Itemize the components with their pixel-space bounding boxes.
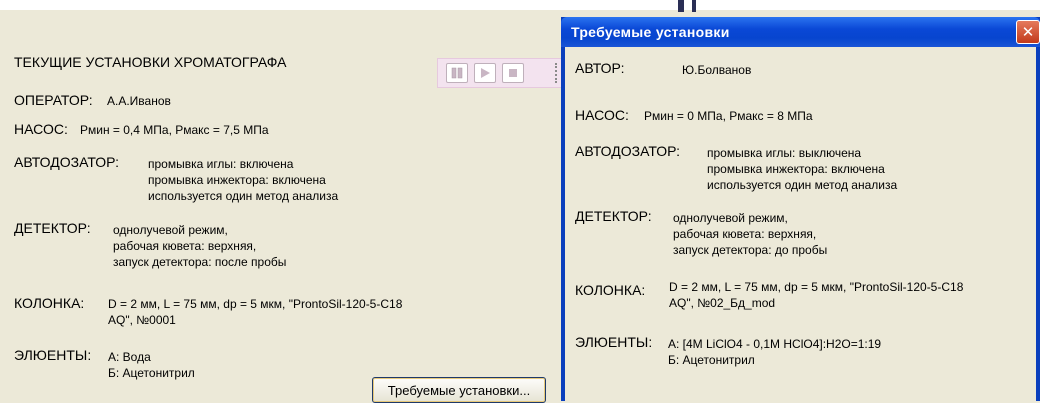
pump-label: НАСОС: xyxy=(14,121,68,137)
autosampler-line-1: промывка иглы: включена xyxy=(148,157,294,171)
required-settings-button[interactable]: Требуемые установки... xyxy=(372,377,546,403)
dialog-autosampler-label: АВТОДОЗАТОР: xyxy=(575,143,681,159)
dialog-pump-value: Pмин = 0 МПа, Pмакс = 8 МПа xyxy=(644,109,813,123)
dialog-column-label: КОЛОНКА: xyxy=(575,282,646,298)
pause-button[interactable] xyxy=(446,63,468,83)
dialog-body: АВТОР: Ю.Болванов НАСОС: Pмин = 0 МПа, P… xyxy=(565,47,1036,401)
detector-label: ДЕТЕКТОР: xyxy=(14,220,91,236)
top-edge-mark-2 xyxy=(692,0,696,12)
eluents-label: ЭЛЮЕНТЫ: xyxy=(14,347,92,363)
operator-label: ОПЕРАТОР: xyxy=(14,92,93,108)
stop-button[interactable] xyxy=(502,63,524,83)
pause-icon xyxy=(451,67,463,79)
dialog-pump-label: НАСОС: xyxy=(575,107,629,123)
dialog-title: Требуемые установки xyxy=(571,24,730,40)
page-title: ТЕКУЩИЕ УСТАНОВКИ ХРОМАТОГРАФА xyxy=(14,54,287,70)
detector-line-3: запуск детектора: после пробы xyxy=(113,255,287,269)
top-edge-mark xyxy=(678,0,684,12)
eluents-line-1: А: Вода xyxy=(108,350,151,364)
close-button[interactable]: ✕ xyxy=(1016,20,1040,44)
play-icon xyxy=(481,68,490,78)
toolbar-grip[interactable] xyxy=(555,63,558,83)
top-strip xyxy=(0,0,1040,10)
author-label: АВТОР: xyxy=(575,60,625,76)
dialog-column-line-1: D = 2 мм, L = 75 мм, dp = 5 мкм, "Pronto… xyxy=(669,280,964,294)
dialog-eluents-line-1: А: [4M LiClO4 - 0,1M HClO4]:H2O=1:19 xyxy=(668,337,882,351)
detector-line-2: рабочая кювета: верхняя, xyxy=(113,239,257,253)
media-toolbar xyxy=(437,58,563,88)
operator-value: А.А.Иванов xyxy=(107,94,171,108)
play-button[interactable] xyxy=(474,63,496,83)
column-line-2: AQ", №0001 xyxy=(108,313,176,327)
column-line-1: D = 2 мм, L = 75 мм, dp = 5 мкм, "Pronto… xyxy=(108,297,403,311)
autosampler-label: АВТОДОЗАТОР: xyxy=(14,154,120,170)
pump-value: Pмин = 0,4 МПа, Pмакс = 7,5 МПа xyxy=(80,123,269,137)
dialog-autosampler-line-2: промывка инжектора: включена xyxy=(707,162,885,176)
eluents-line-2: Б: Ацетонитрил xyxy=(108,366,195,380)
close-icon: ✕ xyxy=(1021,24,1035,41)
required-settings-dialog: Требуемые установки ✕ АВТОР: Ю.Болванов … xyxy=(561,17,1040,401)
detector-line-1: однолучевой режим, xyxy=(113,223,228,237)
dialog-titlebar[interactable]: Требуемые установки ✕ xyxy=(561,17,1040,47)
dialog-detector-line-2: рабочая кювета: верхняя, xyxy=(673,227,817,241)
dialog-column-line-2: AQ", №02_Бд_mod xyxy=(669,296,776,310)
autosampler-line-3: используется один метод анализа xyxy=(148,189,339,203)
dialog-detector-line-3: запуск детектора: до пробы xyxy=(673,243,828,257)
stop-icon xyxy=(509,69,517,77)
dialog-detector-line-1: однолучевой режим, xyxy=(673,211,788,225)
dialog-eluents-line-2: Б: Ацетонитрил xyxy=(668,353,755,367)
author-value: Ю.Болванов xyxy=(682,63,752,77)
dialog-eluents-label: ЭЛЮЕНТЫ: xyxy=(575,334,653,350)
dialog-autosampler-line-3: используется один метод анализа xyxy=(707,178,898,192)
dialog-autosampler-line-1: промывка иглы: выключена xyxy=(707,146,862,160)
dialog-detector-label: ДЕТЕКТОР: xyxy=(575,208,652,224)
autosampler-line-2: промывка инжектора: включена xyxy=(148,173,326,187)
column-label: КОЛОНКА: xyxy=(14,295,85,311)
